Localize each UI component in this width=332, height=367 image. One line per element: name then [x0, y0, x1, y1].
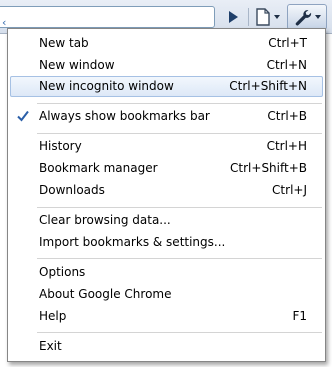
- go-button[interactable]: [222, 4, 244, 30]
- page-menu-button[interactable]: [251, 4, 284, 30]
- menu-item-about-google-chrome[interactable]: About Google Chrome: [10, 284, 323, 305]
- menu-item-import-bookmarks-settings[interactable]: Import bookmarks & settings...: [10, 232, 323, 253]
- menu-item-downloads[interactable]: Downloads Ctrl+J: [10, 180, 323, 201]
- menu-item-clear-browsing-data[interactable]: Clear browsing data...: [10, 210, 323, 231]
- menu-item-exit[interactable]: Exit: [10, 336, 323, 357]
- menu-item-shortcut: Ctrl+Shift+B: [230, 161, 307, 175]
- menu-item-label: Bookmark manager: [39, 161, 158, 175]
- toolbar-divider: [248, 8, 249, 26]
- menu-item-new-tab[interactable]: New tab Ctrl+T: [10, 33, 323, 54]
- menu-item-label: Exit: [39, 339, 62, 353]
- menu-item-label: Help: [39, 309, 67, 323]
- menu-item-label: New window: [39, 58, 115, 72]
- menu-item-shortcut: F1: [292, 309, 307, 323]
- menu-item-label: Downloads: [39, 183, 105, 197]
- menu-item-options[interactable]: Options: [10, 262, 323, 283]
- menu-item-new-incognito-window[interactable]: New incognito window Ctrl+Shift+N: [10, 76, 323, 97]
- menu-item-label: New tab: [39, 36, 89, 50]
- menu-item-shortcut: Ctrl+N: [266, 58, 307, 72]
- menu-item-bookmark-manager[interactable]: Bookmark manager Ctrl+Shift+B: [10, 158, 323, 179]
- wrench-menu-button[interactable]: [287, 4, 327, 30]
- menu-item-always-show-bookmarks-bar[interactable]: Always show bookmarks bar Ctrl+B: [10, 106, 323, 127]
- chevron-down-icon: [274, 15, 280, 19]
- menu-separator: [37, 258, 322, 259]
- wrench-menu: New tab Ctrl+T New window Ctrl+N New inc…: [7, 28, 326, 362]
- page-menu-icon: [256, 8, 270, 26]
- menu-item-label: About Google Chrome: [39, 287, 172, 301]
- menu-item-label: Import bookmarks & settings...: [39, 235, 226, 249]
- menu-item-new-window[interactable]: New window Ctrl+N: [10, 55, 323, 76]
- menu-separator: [37, 332, 322, 333]
- menu-separator: [37, 103, 322, 104]
- play-arrow-icon: [229, 11, 238, 23]
- address-bar[interactable]: [0, 6, 215, 28]
- menu-item-label: Clear browsing data...: [39, 213, 171, 227]
- menu-separator: [37, 207, 322, 208]
- menu-separator: [37, 133, 322, 134]
- checkmark-icon: [17, 110, 29, 122]
- menu-item-history[interactable]: History Ctrl+H: [10, 136, 323, 157]
- menu-item-shortcut: Ctrl+J: [272, 183, 307, 197]
- menu-item-label: New incognito window: [39, 79, 174, 93]
- menu-item-shortcut: Ctrl+B: [267, 109, 307, 123]
- menu-item-help[interactable]: Help F1: [10, 306, 323, 327]
- menu-item-shortcut: Ctrl+H: [266, 139, 307, 153]
- menu-item-label: History: [39, 139, 82, 153]
- wrench-icon: [295, 10, 311, 26]
- menu-item-label: Options: [39, 265, 86, 279]
- menu-item-shortcut: Ctrl+T: [268, 36, 307, 50]
- menu-item-label: Always show bookmarks bar: [39, 109, 210, 123]
- menu-item-shortcut: Ctrl+Shift+N: [229, 79, 307, 93]
- chevron-down-icon: [314, 15, 321, 19]
